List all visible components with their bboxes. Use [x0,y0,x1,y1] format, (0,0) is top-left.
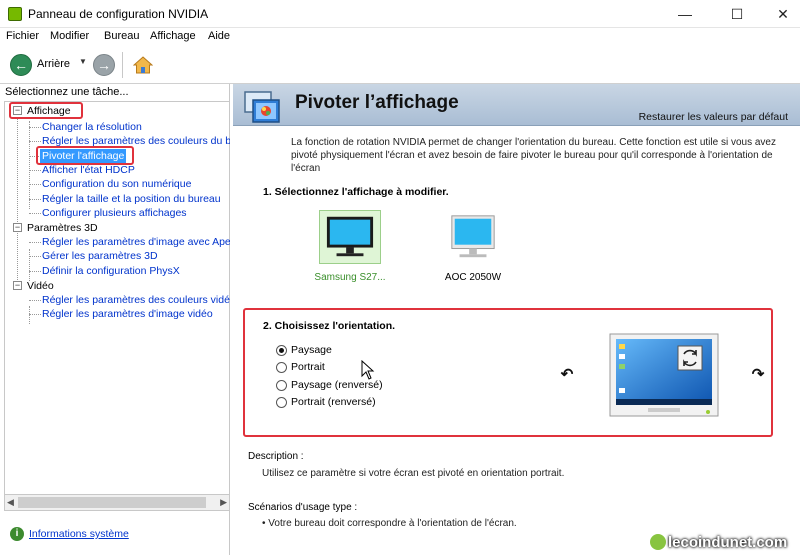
menu-bar: Fichier Modifier Bureau Affichage Aide [0,28,800,46]
task-panel: Sélectionnez une tâche... − Affichage Ch… [0,84,230,555]
display-samsung[interactable] [319,210,381,264]
menu-fichier[interactable]: Fichier [6,30,39,42]
tree-horizontal-scrollbar[interactable]: ◀ ▶ [4,494,230,511]
tree-line [29,271,41,272]
toolbar-separator [122,52,123,78]
display-samsung-label[interactable]: Samsung S27... [305,272,395,283]
tree-item-changer-resolution[interactable]: Changer la résolution [42,120,142,134]
page-title: Pivoter l’affichage [295,92,459,113]
tree-item-son-numerique[interactable]: Configuration du son numérique [42,177,191,191]
restore-defaults-link[interactable]: Restaurer les valeurs par défaut [639,111,788,123]
nvidia-app-icon [8,7,22,21]
tree-group-video[interactable]: Vidéo [27,279,54,293]
menu-aide[interactable]: Aide [208,30,230,42]
tree-group-parametres-3d[interactable]: Paramètres 3D [27,221,98,235]
tree-line [29,249,30,281]
back-arrow-icon[interactable]: ← [10,54,32,76]
info-icon: i [10,527,24,541]
scenarios-title: Scénarios d'usage type : [248,502,358,513]
close-button[interactable]: ✕ [760,0,800,28]
menu-modifier[interactable]: Modifier [50,30,89,42]
description-body: Utilisez ce paramètre si votre écran est… [262,468,565,479]
tree-line [29,199,41,200]
tree-line [29,256,41,257]
tree-line [29,170,41,171]
collapse-video-icon[interactable]: − [13,281,22,290]
tree-line [29,300,41,301]
window-title: Panneau de configuration NVIDIA [28,7,209,21]
tree-line [17,119,18,290]
menu-bureau[interactable]: Bureau [104,30,139,42]
monitor-icon [451,215,495,258]
task-label: Sélectionnez une tâche... [5,86,129,98]
collapse-parametres-3d-icon[interactable]: − [13,223,22,232]
tree-line [29,141,41,142]
display-aoc[interactable] [442,212,504,264]
highlight-pivoter [36,146,134,165]
toolbar: ← Arrière ▼ → [0,46,800,84]
site-watermark: lecoindunet.com [650,534,800,555]
highlight-orientation-section [243,308,773,437]
scenarios-body: • Votre bureau doit correspondre à l'ori… [262,518,517,529]
tree-item-taille-position[interactable]: Régler la taille et la position du burea… [42,192,221,206]
tree-item-image-apercu[interactable]: Régler les paramètres d'image avec Aperç… [42,235,230,249]
maximize-button[interactable]: ☐ [714,0,760,28]
tree-line [29,121,30,209]
tree-item-plusieurs-affichages[interactable]: Configurer plusieurs affichages [42,206,187,220]
highlight-affichage [9,102,83,119]
home-icon[interactable] [133,55,153,75]
tree-item-etat-hdcp[interactable]: Afficher l'état HDCP [42,163,135,177]
scroll-thumb[interactable] [18,497,206,508]
tree-line [29,127,41,128]
content-panel: Pivoter l’affichage Restaurer les valeur… [233,84,800,555]
watermark-logo-icon [650,534,666,550]
scroll-left-icon[interactable]: ◀ [7,497,14,508]
intro-text: La fonction de rotation NVIDIA permet de… [291,137,776,174]
history-dropdown-icon[interactable]: ▼ [79,57,87,66]
system-info: i Informations système [10,527,210,543]
scroll-right-icon[interactable]: ▶ [220,497,227,508]
select-display-section: 1. Sélectionnez l'affichage à modifier. … [243,174,773,304]
title-bar: Panneau de configuration NVIDIA — ☐ ✕ [0,0,800,28]
system-info-link[interactable]: Informations système [29,528,129,540]
tree-line [29,213,41,214]
back-button-label[interactable]: Arrière [37,58,70,70]
tree-item-image-video[interactable]: Régler les paramètres d'image vidéo [42,307,213,321]
task-tree: − Affichage Changer la résolution Régler… [4,101,230,496]
tree-item-couleurs-video[interactable]: Régler les paramètres des couleurs vidéo [42,293,230,307]
forward-arrow-icon[interactable]: → [93,54,115,76]
rotate-display-icon [244,91,280,123]
tree-line [29,184,41,185]
select-display-title: 1. Sélectionnez l'affichage à modifier. [263,186,449,198]
tree-item-physx[interactable]: Définir la configuration PhysX [42,264,180,278]
tree-item-parametres-3d[interactable]: Gérer les paramètres 3D [42,249,158,263]
minimize-button[interactable]: — [662,0,708,28]
menu-affichage[interactable]: Affichage [150,30,196,42]
monitor-icon [326,216,374,257]
tree-line [29,314,41,315]
tree-line [29,306,30,324]
tree-line [29,242,41,243]
display-aoc-label[interactable]: AOC 2050W [428,272,518,283]
description-title: Description : [248,451,304,462]
